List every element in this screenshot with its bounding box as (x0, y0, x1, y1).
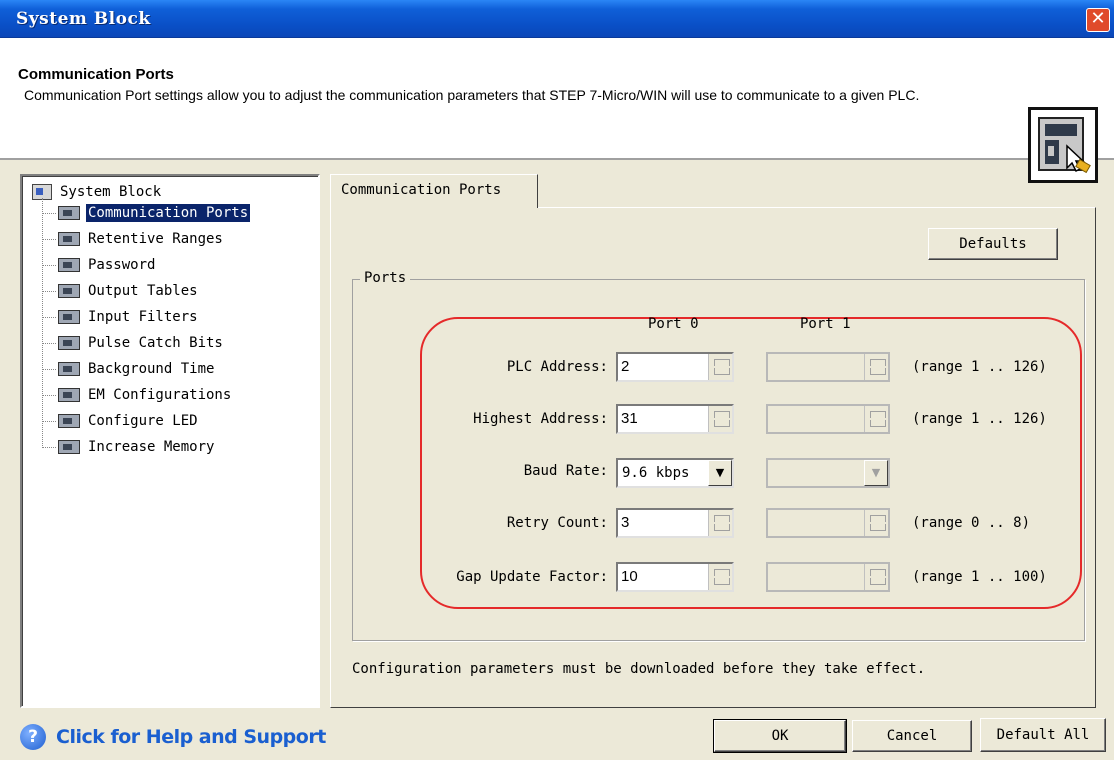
module-icon (58, 310, 80, 324)
spin-arrows-icon (864, 510, 888, 536)
ok-button[interactable]: OK (713, 719, 847, 753)
dropdown-arrow-icon: ▼ (864, 460, 888, 486)
tree-item-label: Input Filters (88, 309, 198, 325)
spin-arrows-icon[interactable] (708, 510, 732, 536)
port0-column-header: Port 0 (648, 316, 699, 332)
gap-update-factor-label: Gap Update Factor: (456, 569, 608, 585)
tree-item-input-filters[interactable]: Input Filters (42, 306, 200, 328)
module-icon (58, 362, 80, 376)
port1-highest-address-spinner (766, 404, 890, 434)
window-title: System Block (16, 9, 151, 29)
tree-item-label: Communication Ports (86, 204, 251, 222)
tree-item-increase-memory[interactable]: Increase Memory (42, 436, 216, 458)
spin-arrows-icon[interactable] (708, 564, 732, 590)
port1-plc-address-spinner (766, 352, 890, 382)
spin-arrows-icon[interactable] (708, 406, 732, 432)
module-icon (58, 388, 80, 402)
tree-item-em-configurations[interactable]: EM Configurations (42, 384, 233, 406)
dropdown-arrow-icon[interactable]: ▼ (708, 460, 732, 486)
tree-item-label: EM Configurations (88, 387, 232, 403)
port0-highest-address-value: 31 (621, 410, 638, 427)
tree-item-output-tables[interactable]: Output Tables (42, 280, 200, 302)
header-title: Communication Ports (18, 66, 174, 83)
port0-plc-address-spinner[interactable]: 2 (616, 352, 734, 382)
retry-count-range: (range 0 .. 8) (912, 515, 1031, 531)
port1-retry-count-spinner (766, 508, 890, 538)
tree-root[interactable]: System Block (32, 182, 163, 202)
page-header: Communication Ports Communication Port s… (0, 38, 1114, 183)
port0-gap-update-factor-value: 10 (621, 568, 638, 585)
port0-retry-count-value: 3 (621, 514, 630, 531)
port0-baud-rate-value: 9.6 kbps (622, 465, 690, 481)
port0-retry-count-spinner[interactable]: 3 (616, 508, 734, 538)
spin-arrows-icon (864, 564, 888, 590)
tree-item-label: Output Tables (88, 283, 198, 299)
close-button[interactable]: ✕ (1086, 8, 1110, 32)
tree-item-label: Background Time (88, 361, 215, 377)
tab-communication-ports[interactable]: Communication Ports (330, 174, 538, 208)
port1-column-header: Port 1 (800, 316, 851, 332)
tree-item-configure-led[interactable]: Configure LED (42, 410, 200, 432)
baud-rate-label: Baud Rate: (523, 463, 608, 479)
defaults-button[interactable]: Defaults (928, 228, 1058, 260)
port0-baud-rate-dropdown[interactable]: 9.6 kbps ▼ (616, 458, 734, 488)
tree-item-label: Retentive Ranges (88, 231, 223, 247)
tree-item-label: Password (88, 257, 156, 273)
highest-address-range: (range 1 .. 126) (912, 411, 1047, 427)
module-icon (58, 336, 80, 350)
module-icon (58, 232, 80, 246)
tree-item-label: Increase Memory (88, 439, 215, 455)
spin-arrows-icon (864, 406, 888, 432)
port0-plc-address-value: 2 (621, 358, 630, 375)
tree-item-label: Configure LED (88, 413, 198, 429)
port1-baud-rate-dropdown: ▼ (766, 458, 890, 488)
module-icon (58, 440, 80, 454)
tree-item-password[interactable]: Password (42, 254, 157, 276)
module-icon (58, 258, 80, 272)
module-icon (58, 206, 80, 220)
gap-update-factor-range: (range 1 .. 100) (912, 569, 1047, 585)
highest-address-label: Highest Address: (473, 411, 608, 427)
module-icon (58, 284, 80, 298)
system-block-tree[interactable]: System Block Communication Ports Retenti… (20, 174, 320, 708)
module-icon (58, 414, 80, 428)
spin-arrows-icon[interactable] (708, 354, 732, 380)
retry-count-label: Retry Count: (506, 515, 608, 531)
tree-item-label: Pulse Catch Bits (88, 335, 223, 351)
help-link-text: Click for Help and Support (56, 726, 326, 748)
tab-label: Communication Ports (341, 182, 502, 198)
system-block-pointer-icon (1028, 107, 1098, 183)
help-link[interactable]: ? Click for Help and Support (20, 724, 326, 750)
tree-root-label: System Block (60, 184, 162, 200)
title-bar: System Block ✕ (0, 0, 1114, 38)
tree-item-background-time[interactable]: Background Time (42, 358, 216, 380)
cancel-button[interactable]: Cancel (852, 720, 972, 752)
ports-group-label: Ports (360, 270, 411, 286)
plc-address-label: PLC Address: (506, 359, 608, 375)
port1-gap-update-factor-spinner (766, 562, 890, 592)
tree-item-retentive-ranges[interactable]: Retentive Ranges (42, 228, 225, 250)
plc-address-range: (range 1 .. 126) (912, 359, 1047, 375)
help-icon: ? (20, 724, 46, 750)
tree-item-communication-ports[interactable]: Communication Ports (42, 202, 251, 224)
port0-gap-update-factor-spinner[interactable]: 10 (616, 562, 734, 592)
default-all-button[interactable]: Default All (980, 718, 1106, 752)
port0-highest-address-spinner[interactable]: 31 (616, 404, 734, 434)
download-note: Configuration parameters must be downloa… (352, 661, 926, 677)
spin-arrows-icon (864, 354, 888, 380)
tree-item-pulse-catch-bits[interactable]: Pulse Catch Bits (42, 332, 225, 354)
header-description: Communication Port settings allow you to… (24, 87, 920, 103)
